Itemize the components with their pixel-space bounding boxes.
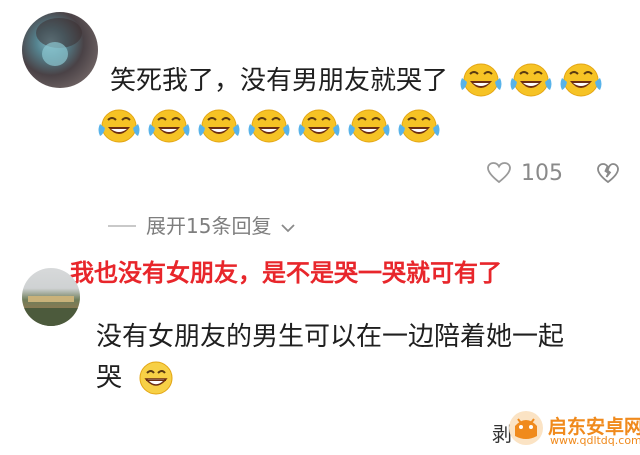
broken-heart-icon [597,163,619,184]
divider [108,224,136,227]
comment-text: 笑死我了，没有男朋友就哭了 [110,66,449,96]
like-button[interactable]: 105 [486,160,563,186]
expand-replies-label: 展开15条回复 [146,214,272,238]
like-count: 105 [521,160,563,186]
avatar[interactable] [22,12,98,88]
laughing-tears-emoji-icon [346,106,392,146]
reply-text-line2: 哭 [96,363,123,393]
laughing-tears-emoji-icon [396,106,442,146]
reply-text-line1: 没有女朋友的男生可以在一边陪着她一起 [96,322,565,352]
dislike-button[interactable] [596,162,620,186]
laughing-tears-emoji-icon [96,106,142,146]
chevron-down-icon [281,223,295,232]
watermark-url: www.qdltdq.com [550,434,640,447]
laughing-tears-emoji-icon [458,60,504,100]
android-logo-icon [508,410,544,446]
laughing-tears-emoji-icon [146,106,192,146]
laughing-tears-emoji-icon [296,106,342,146]
laughing-tears-emoji-icon [246,106,292,146]
overlay-caption: 我也没有女朋友，是不是哭一哭就可有了 [70,259,502,287]
reply-avatar[interactable] [22,268,80,326]
grinning-emoji-icon [136,358,176,398]
expand-replies-button[interactable]: 展开15条回复 [108,210,296,239]
laughing-tears-emoji-icon [196,106,242,146]
heart-icon [487,162,511,184]
laughing-tears-emoji-icon [508,60,554,100]
laughing-tears-emoji-icon [558,60,604,100]
